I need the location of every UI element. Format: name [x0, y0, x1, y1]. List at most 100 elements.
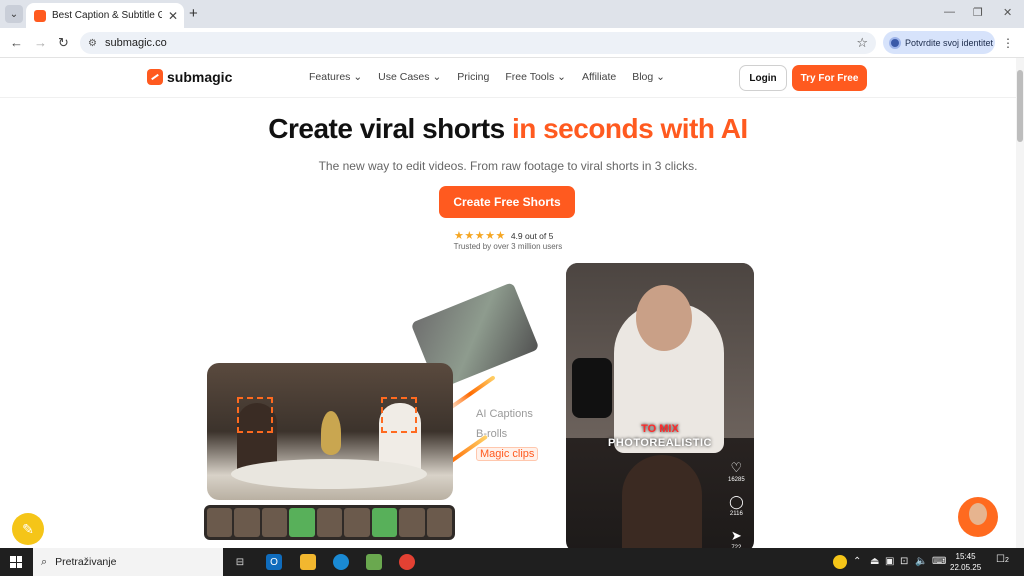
tray-app-icon[interactable] — [833, 555, 847, 569]
chevron-down-icon: ⌄ — [656, 71, 665, 83]
caption-main: PHOTOREALISTIC — [608, 437, 712, 449]
tab-search-icon[interactable]: ⌄ — [5, 5, 23, 23]
identity-button[interactable]: Potvrdite svoj identitet — [883, 31, 995, 54]
notification-count: 2 — [1004, 557, 1009, 564]
bookmark-star-icon[interactable]: ☆ — [856, 35, 868, 51]
submagic-favicon-icon — [34, 9, 46, 22]
taskbar-search-input[interactable]: ⌕ Pretraživanje — [33, 548, 223, 576]
nav-label: Features — [309, 71, 351, 83]
reload-icon[interactable]: ↻ — [58, 35, 69, 51]
forward-arrow-icon[interactable]: → — [34, 35, 47, 50]
nav-affiliate[interactable]: Affiliate — [582, 71, 616, 83]
search-icon: ⌕ — [41, 555, 48, 568]
tray-network-icon[interactable]: ⊡ — [900, 556, 908, 567]
chrome-icon[interactable] — [399, 554, 415, 570]
chevron-down-icon: ⌄ — [557, 71, 566, 83]
phone-side-icons: ♡16285 ◯2116 ➤722 — [728, 461, 745, 553]
edge-icon[interactable] — [333, 554, 349, 570]
nav-label: Blog — [632, 71, 654, 83]
nav-features[interactable]: Features ⌄ — [309, 71, 362, 83]
notification-icon[interactable]: ☐2 — [996, 554, 1009, 565]
close-window-icon[interactable]: ✕ — [1003, 6, 1012, 19]
store-icon[interactable] — [366, 554, 382, 570]
filmstrip-frame — [316, 508, 343, 537]
filmstrip-frame — [207, 508, 233, 537]
hero-title-main: Create viral shorts — [268, 113, 512, 144]
chat-support-avatar[interactable] — [958, 497, 998, 537]
filmstrip-frame — [234, 508, 260, 537]
tray-chevron-up-icon[interactable]: ⌃ — [853, 556, 861, 567]
tray-keyboard-icon[interactable]: ⌨ — [932, 556, 946, 567]
windows-start-icon[interactable] — [10, 556, 22, 568]
url-input[interactable]: ⚙ submagic.co ☆ — [80, 32, 876, 54]
rating: ★★★★★ 4.9 out of 5 — [454, 229, 553, 242]
caption-highlight: TO MIX — [566, 423, 754, 435]
login-button[interactable]: Login — [739, 65, 787, 91]
create-free-shorts-button[interactable]: Create Free Shorts — [439, 186, 575, 218]
nav-blog[interactable]: Blog ⌄ — [632, 71, 665, 83]
filmstrip-frame — [371, 508, 398, 537]
close-tab-icon[interactable]: ✕ — [168, 9, 178, 23]
clock-date: 22.05.25 — [950, 563, 982, 572]
nav-label: Free Tools — [505, 71, 555, 83]
filmstrip-frame — [289, 508, 315, 537]
video-preview — [207, 363, 453, 500]
nav-label: Use Cases — [378, 71, 430, 83]
tab-title: Best Caption & Subtitle Genera — [52, 10, 162, 21]
scroll-thumb[interactable] — [1017, 70, 1023, 142]
nav-free-tools[interactable]: Free Tools ⌄ — [505, 71, 566, 83]
magic-wand-icon[interactable]: ✎ — [12, 513, 44, 545]
new-tab-icon[interactable]: + — [189, 5, 198, 22]
back-arrow-icon[interactable]: ← — [10, 35, 23, 50]
vase — [321, 411, 341, 455]
trusted-text: Trusted by over 3 million users — [453, 242, 563, 251]
feature-list: AI Captions B-rolls Magic clips — [476, 404, 539, 464]
tray-display-icon[interactable]: ▣ — [885, 556, 894, 567]
clock-time: 15:45 — [955, 552, 976, 561]
url-text: submagic.co — [104, 37, 167, 49]
comments-count: 2116 — [729, 511, 743, 517]
phone-woman — [622, 455, 702, 553]
filmstrip-frame — [261, 508, 288, 537]
rating-text: 4.9 out of 5 — [510, 230, 554, 241]
site-logo[interactable]: submagic — [147, 69, 232, 85]
hero-subtitle: The new way to edit videos. From raw foo… — [318, 159, 698, 173]
tray-usb-icon[interactable]: ⏏ — [870, 556, 879, 567]
filmstrip-frame — [344, 508, 370, 537]
tray-volume-icon[interactable]: 🔈 — [915, 556, 927, 567]
browser-tab-bar: ⌄ Best Caption & Subtitle Genera ✕ + — ❐… — [0, 0, 1024, 28]
minimize-icon[interactable]: — — [944, 6, 955, 18]
likes-count: 16285 — [728, 477, 745, 483]
browser-menu-icon[interactable]: ⋮ — [1002, 36, 1014, 50]
feature-ai-captions: AI Captions — [476, 408, 533, 420]
main-nav: Features ⌄ Use Cases ⌄ Pricing Free Tool… — [309, 71, 665, 83]
filmstrip-frame — [399, 508, 425, 537]
logo-mark-icon — [147, 69, 163, 85]
nav-pricing[interactable]: Pricing — [457, 71, 489, 83]
try-for-free-button[interactable]: Try For Free — [792, 65, 867, 91]
video-filmstrip — [204, 505, 455, 540]
microphone — [572, 358, 612, 418]
rating-stars-icon: ★★★★★ — [454, 230, 506, 242]
site-header: submagic Features ⌄ Use Cases ⌄ Pricing … — [0, 58, 1016, 98]
filmstrip-frame — [426, 508, 452, 537]
phone-preview: TO MIX PHOTOREALISTIC ♡16285 ◯2116 ➤722 — [566, 263, 754, 553]
restore-icon[interactable]: ❐ — [973, 6, 983, 19]
face-detect-box — [381, 397, 417, 433]
face-detect-box — [237, 397, 273, 433]
file-explorer-icon[interactable] — [300, 554, 316, 570]
nav-use-cases[interactable]: Use Cases ⌄ — [378, 71, 441, 83]
chevron-down-icon: ⌄ — [353, 71, 363, 83]
taskbar-clock[interactable]: 15:45 22.05.25 — [950, 551, 981, 573]
active-tab[interactable]: Best Caption & Subtitle Genera ✕ — [26, 3, 184, 28]
hero-title: Create viral shorts in seconds with AI — [0, 113, 1016, 145]
hero-title-accent: in seconds with AI — [511, 113, 748, 144]
chevron-down-icon: ⌄ — [432, 71, 442, 83]
page-scrollbar[interactable] — [1016, 58, 1024, 548]
phone-person-head — [636, 285, 692, 351]
comment-icon: ◯ 2116 — [729, 495, 744, 521]
outlook-icon[interactable]: O — [266, 554, 282, 570]
site-settings-icon[interactable]: ⚙ — [88, 38, 97, 49]
logo-text: submagic — [167, 69, 233, 85]
task-view-icon[interactable]: ⊟ — [232, 554, 248, 570]
